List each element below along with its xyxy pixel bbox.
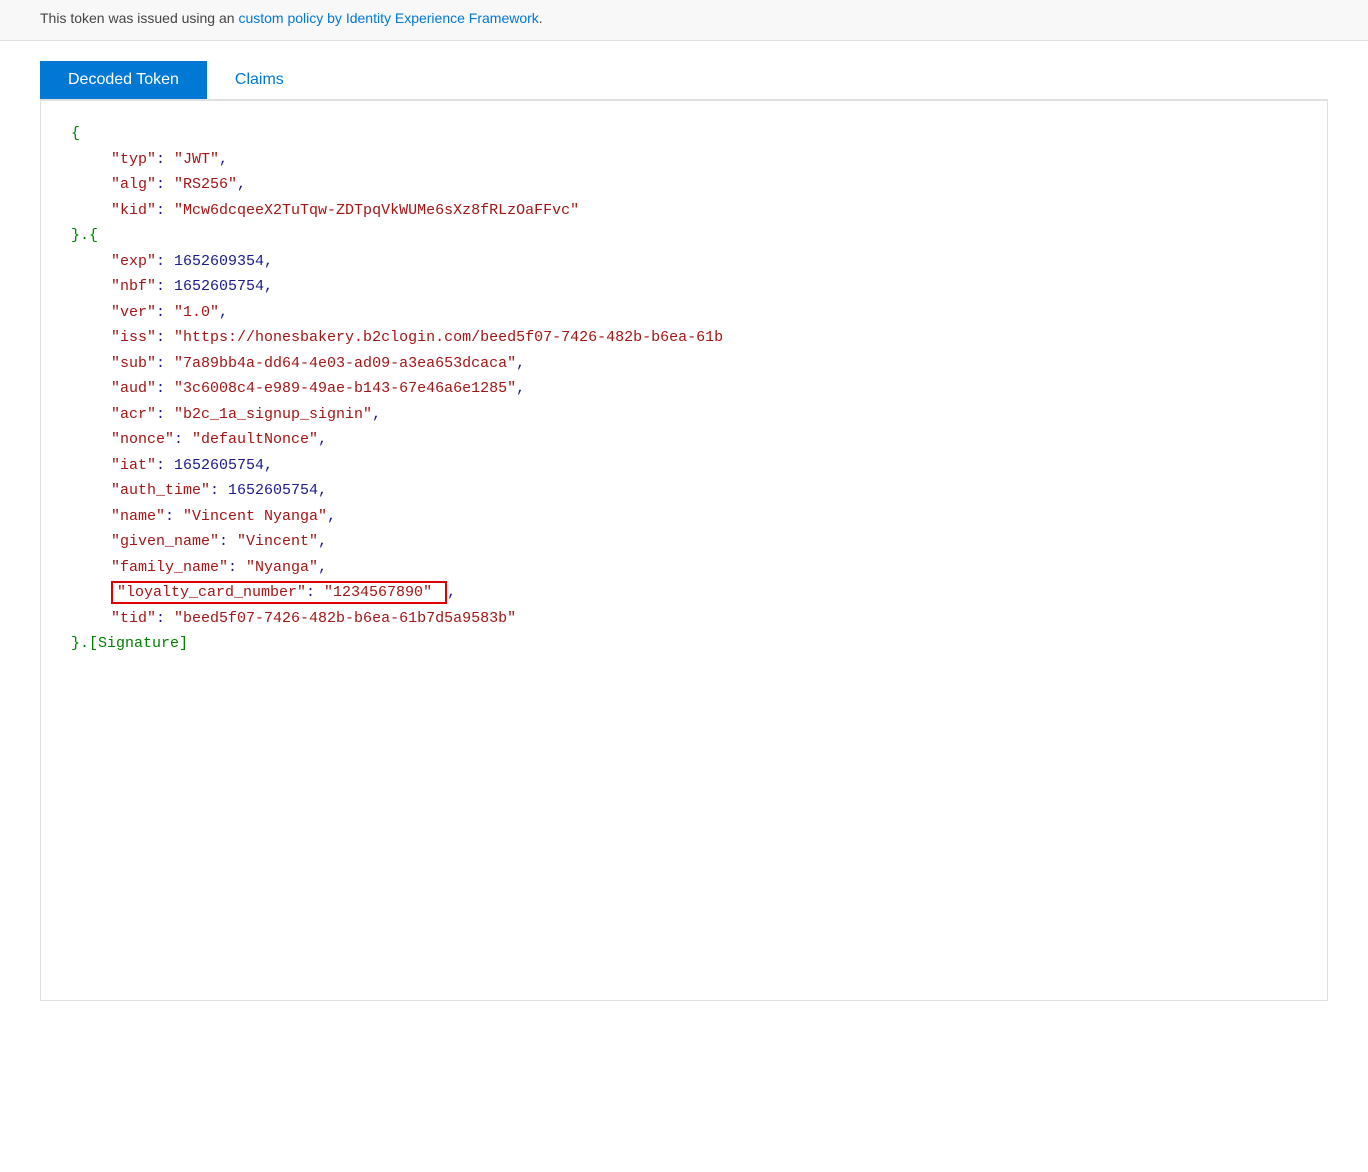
tab-container: Decoded Token Claims { "typ": "JWT", "al… bbox=[40, 61, 1328, 1001]
header-field-kid: "kid": "Mcw6dcqeeX2TuTqw-ZDTpqVkWUMe6sXz… bbox=[71, 198, 1297, 224]
payload-field-nbf: "nbf": 1652605754, bbox=[71, 274, 1297, 300]
notice-link[interactable]: custom policy by Identity Experience Fra… bbox=[238, 10, 538, 26]
top-notice: This token was issued using an custom po… bbox=[0, 0, 1368, 41]
tab-content-decoded-token: { "typ": "JWT", "alg": "RS256", "kid": "… bbox=[40, 101, 1328, 1001]
payload-field-aud: "aud": "3c6008c4-e989-49ae-b143-67e46a6e… bbox=[71, 376, 1297, 402]
payload-field-ver: "ver": "1.0", bbox=[71, 300, 1297, 326]
header-open-brace: { bbox=[71, 121, 1297, 147]
header-close-brace: }.{ bbox=[71, 223, 1297, 249]
payload-field-exp: "exp": 1652609354, bbox=[71, 249, 1297, 275]
payload-field-auth-time: "auth_time": 1652605754, bbox=[71, 478, 1297, 504]
payload-field-sub: "sub": "7a89bb4a-dd64-4e03-ad09-a3ea653d… bbox=[71, 351, 1297, 377]
payload-field-tid: "tid": "beed5f07-7426-482b-b6ea-61b7d5a9… bbox=[71, 606, 1297, 632]
payload-field-loyalty-card: "loyalty_card_number": "1234567890" , bbox=[71, 580, 1297, 606]
payload-field-nonce: "nonce": "defaultNonce", bbox=[71, 427, 1297, 453]
tab-claims[interactable]: Claims bbox=[207, 61, 312, 99]
header-field-typ: "typ": "JWT", bbox=[71, 147, 1297, 173]
payload-field-iss: "iss": "https://honesbakery.b2clogin.com… bbox=[71, 325, 1297, 351]
highlighted-loyalty-row: "loyalty_card_number": "1234567890" bbox=[111, 581, 447, 604]
notice-text: This token was issued using an bbox=[40, 10, 238, 26]
json-block: { "typ": "JWT", "alg": "RS256", "kid": "… bbox=[71, 121, 1297, 657]
payload-field-acr: "acr": "b2c_1a_signup_signin", bbox=[71, 402, 1297, 428]
payload-field-name: "name": "Vincent Nyanga", bbox=[71, 504, 1297, 530]
payload-close-brace: }.[Signature] bbox=[71, 631, 1297, 657]
notice-text-after: . bbox=[539, 10, 543, 26]
tab-decoded-token[interactable]: Decoded Token bbox=[40, 61, 207, 99]
tabs-row: Decoded Token Claims bbox=[40, 61, 1328, 101]
header-field-alg: "alg": "RS256", bbox=[71, 172, 1297, 198]
payload-field-family-name: "family_name": "Nyanga", bbox=[71, 555, 1297, 581]
payload-field-iat: "iat": 1652605754, bbox=[71, 453, 1297, 479]
payload-field-given-name: "given_name": "Vincent", bbox=[71, 529, 1297, 555]
